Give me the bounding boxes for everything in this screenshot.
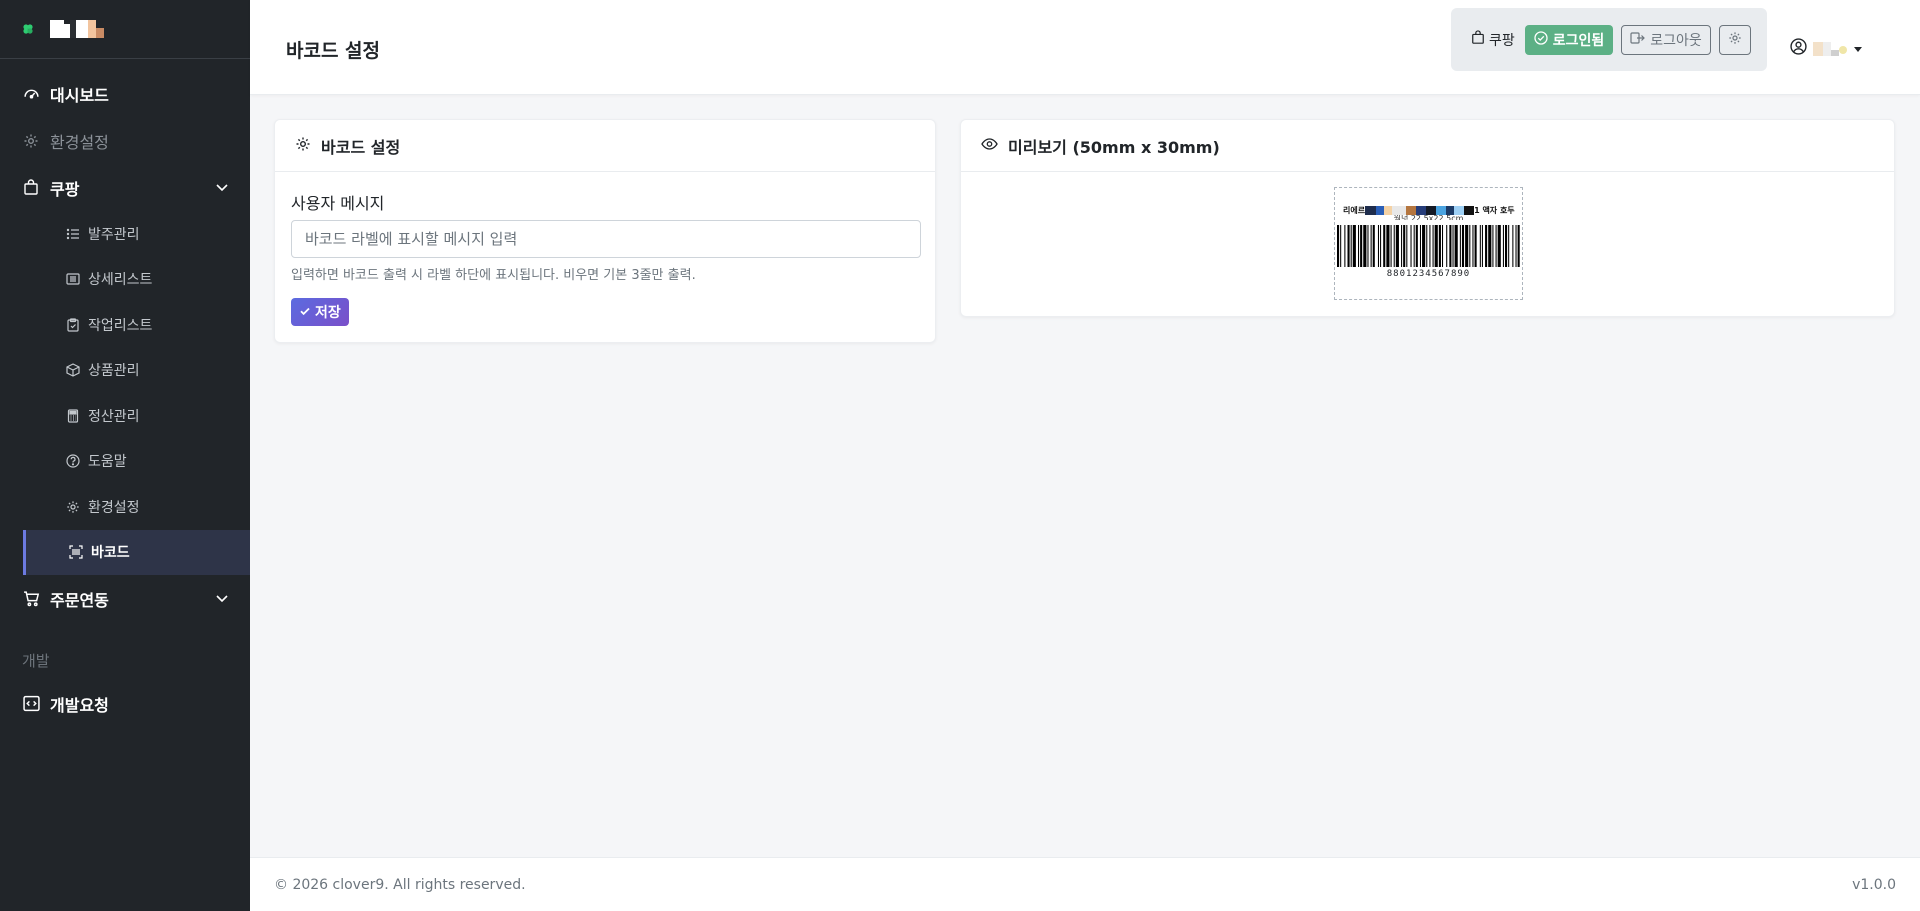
calculator-icon xyxy=(66,409,80,423)
sidebar-item-orders[interactable]: 발주관리 xyxy=(0,211,250,257)
clover-icon xyxy=(22,23,34,35)
logout-button[interactable]: 로그아웃 xyxy=(1621,24,1711,55)
sidebar: 대시보드 환경설정 쿠팡 발주관리 상세리스트 작업리스트 상품관리 정산관리 … xyxy=(0,0,250,911)
check-icon xyxy=(299,304,311,320)
label-suffix: 1 액자 호두 xyxy=(1474,205,1515,215)
box-icon xyxy=(66,363,80,377)
label-prefix: 리에르 xyxy=(1343,205,1366,215)
barcode-bars xyxy=(1337,225,1520,267)
nav-order-sync[interactable]: 주문연동 xyxy=(0,575,250,622)
label-product-line: 리에르 1 액자 호두 xyxy=(1343,205,1518,215)
sidebar-item-label: 바코드 xyxy=(91,545,130,562)
nav-dev-request-label: 개발요청 xyxy=(50,695,109,715)
gear-icon xyxy=(22,132,40,150)
user-message-label: 사용자 메시지 xyxy=(291,194,385,213)
sidebar-item-label: 도움말 xyxy=(88,454,127,471)
nav-settings-label: 환경설정 xyxy=(50,132,109,152)
barcode-number: 8801234567890 xyxy=(1386,269,1471,279)
nav-coupang-label: 쿠팡 xyxy=(50,179,80,199)
card-title: 바코드 설정 xyxy=(321,137,401,157)
sidebar-item-label: 발주관리 xyxy=(88,226,140,243)
bag-icon xyxy=(1471,30,1485,49)
copyright-text: © 2026 clover9. All rights reserved. xyxy=(274,876,526,893)
section-label-dev: 개발 xyxy=(22,651,50,670)
top-header: 바코드 설정 쿠팡 로그인됨 로그아웃 xyxy=(250,0,1920,95)
clipboard-icon xyxy=(66,318,80,332)
logout-label: 로그아웃 xyxy=(1650,32,1702,49)
user-menu[interactable] xyxy=(1790,38,1863,59)
save-label: 저장 xyxy=(315,304,341,320)
user-message-hint: 입력하면 바코드 출력 시 라벨 하단에 표시됩니다. 비우면 기본 3줄만 출… xyxy=(291,268,696,283)
coupang-label: 쿠팡 xyxy=(1489,32,1515,49)
barcode-preview-card: 미리보기 (50mm x 30mm) 리에르 1 액자 호두 월넛 22.5x2… xyxy=(960,119,1895,317)
sidebar-item-work-list[interactable]: 작업리스트 xyxy=(0,302,250,348)
list-icon xyxy=(66,227,80,241)
code-icon xyxy=(22,695,40,713)
sidebar-item-settings[interactable]: 환경설정 xyxy=(0,484,250,530)
bag-icon xyxy=(22,179,40,197)
cart-icon xyxy=(22,590,40,608)
question-icon xyxy=(66,454,80,468)
sidebar-item-label: 상품관리 xyxy=(88,363,140,380)
barcode-settings-card: 바코드 설정 사용자 메시지 입력하면 바코드 출력 시 라벨 하단에 표시됩니… xyxy=(274,119,936,343)
version-text: v1.0.0 xyxy=(1852,876,1896,893)
card-title: 미리보기 (50mm x 30mm) xyxy=(1008,137,1220,157)
footer: © 2026 clover9. All rights reserved. v1.… xyxy=(250,857,1920,911)
nav-dashboard[interactable]: 대시보드 xyxy=(0,70,250,117)
coupang-status-box: 쿠팡 로그인됨 로그아웃 xyxy=(1451,8,1767,71)
redacted-product-name xyxy=(1365,205,1475,215)
nav-dev-request[interactable]: 개발요청 xyxy=(0,680,250,727)
user-message-input[interactable] xyxy=(291,220,921,258)
nav-order-sync-label: 주문연동 xyxy=(50,590,109,610)
sidebar-item-label: 상세리스트 xyxy=(88,272,153,289)
brand-logo xyxy=(50,20,104,38)
logged-in-badge: 로그인됨 xyxy=(1524,24,1614,55)
nav-settings[interactable]: 환경설정 xyxy=(0,117,250,164)
sidebar-item-label: 환경설정 xyxy=(88,499,140,516)
barcode-label-preview: 리에르 1 액자 호두 월넛 22.5x22.5cm 8801234567890 xyxy=(1334,187,1523,300)
save-button[interactable]: 저장 xyxy=(291,298,349,326)
sidebar-item-help[interactable]: 도움말 xyxy=(0,439,250,485)
gear-icon xyxy=(1728,30,1742,49)
brand[interactable] xyxy=(0,0,250,59)
person-circle-icon xyxy=(1790,38,1807,59)
gear-icon xyxy=(66,500,80,514)
barcode-scan-icon xyxy=(69,545,83,559)
sidebar-item-label: 작업리스트 xyxy=(88,317,153,334)
page-title: 바코드 설정 xyxy=(286,40,381,62)
caret-down-icon xyxy=(1853,39,1863,58)
speedometer-icon xyxy=(22,85,40,103)
check-circle-icon xyxy=(1534,30,1548,49)
label-option-line: 월넛 22.5x22.5cm xyxy=(1393,215,1464,220)
user-name xyxy=(1813,41,1847,56)
eye-icon xyxy=(981,136,998,156)
nav-dashboard-label: 대시보드 xyxy=(50,85,109,105)
chevron-down-icon xyxy=(214,179,230,195)
nav-coupang[interactable]: 쿠팡 xyxy=(0,164,250,211)
sidebar-item-detail-list[interactable]: 상세리스트 xyxy=(0,257,250,303)
coupang-settings-button[interactable] xyxy=(1718,24,1751,55)
logged-in-label: 로그인됨 xyxy=(1552,32,1605,49)
coupang-status: 쿠팡 xyxy=(1471,30,1515,50)
logout-icon xyxy=(1630,31,1646,49)
card-list-icon xyxy=(66,272,80,286)
card-header: 바코드 설정 xyxy=(275,120,935,172)
sidebar-item-settlement[interactable]: 정산관리 xyxy=(0,393,250,439)
chevron-down-icon xyxy=(214,590,230,606)
sidebar-item-label: 정산관리 xyxy=(88,408,140,425)
gear-icon xyxy=(295,136,311,156)
card-header: 미리보기 (50mm x 30mm) xyxy=(961,120,1894,172)
sidebar-item-products[interactable]: 상품관리 xyxy=(0,348,250,394)
sidebar-item-barcode[interactable]: 바코드 xyxy=(23,529,250,575)
